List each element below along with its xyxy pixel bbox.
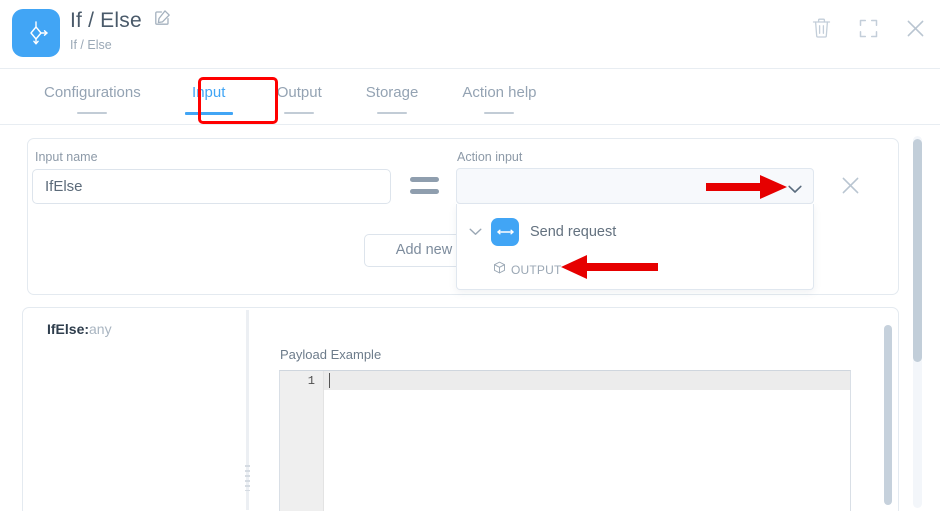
editor-line-number: 1 <box>308 374 315 388</box>
header-title-group: If / Else If / Else <box>70 8 171 53</box>
payload-example-label: Payload Example <box>280 347 381 362</box>
payload-example-editor[interactable]: 1 <box>279 370 851 511</box>
splitter-grip-handle <box>245 465 250 491</box>
schema-type-line: IfElse:any <box>47 321 112 337</box>
page-title: If / Else <box>70 8 142 34</box>
tab-label: Input <box>192 84 225 101</box>
tab-action-help[interactable]: Action help <box>462 69 536 114</box>
action-input-select[interactable] <box>456 168 814 204</box>
tab-label: Storage <box>366 84 419 101</box>
if-else-flow-icon <box>12 9 60 57</box>
header-action-buttons <box>811 17 926 44</box>
dropdown-subitem-output[interactable]: OUTPUT <box>493 261 562 279</box>
tab-underline <box>77 112 107 114</box>
tab-input[interactable]: Input <box>185 69 233 115</box>
schema-type-value: any <box>89 321 112 337</box>
tab-label: Configurations <box>44 84 141 101</box>
action-input-label: Action input <box>457 150 522 164</box>
tab-storage[interactable]: Storage <box>366 69 419 114</box>
close-x-icon[interactable] <box>905 18 926 44</box>
chevron-down-icon[interactable] <box>469 223 482 241</box>
equals-sign-icon <box>410 177 439 196</box>
tab-underline <box>284 112 314 114</box>
tab-bar: Configurations Input Output Storage Acti… <box>0 69 940 125</box>
panel-header: If / Else If / Else <box>0 0 940 69</box>
clear-action-input-icon[interactable] <box>840 175 861 201</box>
tab-underline-active <box>185 112 233 115</box>
input-name-label: Input name <box>35 150 98 164</box>
trash-icon[interactable] <box>811 17 832 44</box>
dropdown-item-send-request[interactable]: Send request <box>469 218 616 246</box>
tab-output[interactable]: Output <box>277 69 322 114</box>
dropdown-item-label: Send request <box>530 224 616 240</box>
edit-pencil-square-icon[interactable] <box>154 9 171 31</box>
editor-active-line <box>324 371 851 390</box>
schema-panel-scrollbar[interactable] <box>884 325 892 505</box>
action-input-dropdown-menu: Send request OUTPUT <box>456 204 814 290</box>
schema-type-name: IfElse: <box>47 321 89 337</box>
tab-underline <box>484 112 514 114</box>
action-config-panel: If / Else If / Else <box>0 0 940 511</box>
tab-label: Action help <box>462 84 536 101</box>
cube-box-icon <box>493 261 506 279</box>
tab-label: Output <box>277 84 322 101</box>
dropdown-subitem-label: OUTPUT <box>511 263 562 277</box>
editor-text-caret <box>329 373 330 388</box>
schema-panel-splitter[interactable] <box>246 310 249 510</box>
tab-configurations[interactable]: Configurations <box>44 69 141 114</box>
tab-underline <box>377 112 407 114</box>
editor-line-number-gutter: 1 <box>280 371 324 511</box>
page-subtitle: If / Else <box>70 38 171 53</box>
page-scrollbar-thumb[interactable] <box>913 139 922 362</box>
chevron-down-icon <box>788 181 802 199</box>
send-request-arrow-icon <box>491 218 519 246</box>
input-name-field[interactable] <box>32 169 391 204</box>
fullscreen-brackets-icon[interactable] <box>858 18 879 44</box>
